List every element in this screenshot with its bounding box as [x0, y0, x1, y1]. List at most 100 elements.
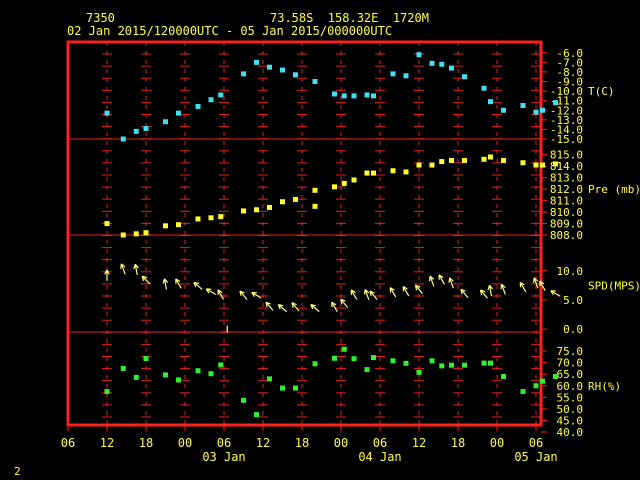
pressure-point — [462, 157, 467, 163]
x-tick-label: 06 — [529, 436, 543, 450]
wind-arrow-stroke — [141, 275, 151, 285]
pressure-point — [449, 157, 454, 163]
pressure-point — [208, 215, 214, 221]
wind-arrow — [402, 285, 410, 297]
temperature-point — [312, 79, 318, 85]
temperature-point — [254, 59, 259, 65]
temperature-point — [488, 99, 493, 105]
relative_humidity-point — [332, 355, 337, 361]
temperature-point — [341, 93, 347, 99]
wind-arrow-stroke — [363, 289, 370, 301]
x-tick-label: 18 — [295, 436, 309, 450]
relative_humidity-point — [280, 385, 285, 391]
y-tick-label: 40.0 — [557, 426, 584, 439]
wind-arrow-stroke — [350, 289, 358, 300]
pressure-point — [371, 170, 376, 176]
wind-arrow — [217, 289, 225, 300]
temperature-point — [390, 71, 396, 77]
x-tick-label: 12 — [412, 436, 426, 450]
wind-arrow-stroke — [414, 284, 423, 295]
relative_humidity-point — [540, 378, 545, 384]
temperature-point — [143, 125, 149, 131]
temperature-point — [462, 74, 467, 80]
wind-arrow — [205, 288, 217, 296]
x-tick-label: 12 — [256, 436, 270, 450]
wind-arrow-stroke — [389, 287, 397, 298]
wind-arrow-stroke — [448, 277, 454, 289]
wind-arrow-stroke — [340, 298, 349, 309]
relative_humidity-point — [481, 360, 487, 366]
relative_humidity-point — [104, 389, 110, 395]
date-label: 04 Jan — [358, 450, 401, 464]
wind-arrow-stroke — [479, 289, 488, 299]
temperature-point — [267, 64, 272, 70]
relative_humidity-point — [267, 376, 272, 382]
wind-arrow-stroke — [120, 263, 126, 275]
x-tick-label: 18 — [451, 436, 465, 450]
pressure-point — [133, 231, 139, 237]
pressure-point — [163, 223, 168, 229]
relative_humidity-point — [553, 374, 558, 380]
relative_humidity-point — [488, 360, 493, 366]
temperature-point — [403, 73, 409, 79]
wind-arrow-stroke — [265, 301, 274, 311]
pressure-point — [312, 187, 318, 193]
pressure-point — [416, 162, 422, 168]
wind-arrow — [331, 301, 338, 312]
date-label: 03 Jan — [202, 450, 245, 464]
x-tick-label: 18 — [139, 436, 153, 450]
x-tick-label: 00 — [178, 436, 192, 450]
relative_humidity-point — [533, 383, 539, 389]
pressure-point — [254, 207, 259, 213]
relative_humidity-point — [163, 372, 168, 378]
wind-arrow — [369, 290, 378, 300]
wind-arrow-stroke — [487, 284, 494, 297]
wind-arrow — [363, 289, 370, 301]
wind-arrow — [438, 274, 446, 285]
y-tick-label: 0.0 — [563, 323, 583, 336]
temperature-point — [540, 107, 545, 113]
wind-arrow-stroke — [205, 288, 217, 296]
pressure-point — [120, 232, 126, 238]
axis-label-pressure: Pre (mb) — [588, 183, 640, 196]
wind-arrow-stroke — [550, 290, 561, 297]
wind-arrow — [133, 263, 139, 276]
relative_humidity-point — [371, 355, 376, 361]
pressure-point — [540, 162, 545, 168]
relative_humidity-point — [133, 374, 139, 380]
temperature-point — [104, 110, 110, 116]
pressure-point — [104, 221, 110, 227]
relative_humidity-point — [143, 355, 149, 361]
relative_humidity-point — [439, 363, 445, 369]
temperature-point — [371, 93, 376, 99]
relative_humidity-point — [416, 369, 422, 375]
pressure-point — [488, 154, 493, 160]
wind-arrow — [479, 289, 488, 299]
pressure-point — [332, 184, 337, 190]
x-tick-label: 06 — [61, 436, 75, 450]
wind-arrow-stroke — [369, 290, 378, 300]
relative_humidity-point — [218, 362, 224, 368]
temperature-point — [429, 60, 435, 66]
pressure-point — [501, 157, 506, 163]
wind-arrow-stroke — [133, 263, 139, 276]
pressure-point — [351, 177, 357, 183]
temperature-point — [533, 109, 539, 115]
pressure-point — [364, 170, 370, 176]
pressure-point — [218, 214, 224, 220]
wind-arrow — [291, 302, 300, 312]
pressure-point — [195, 216, 201, 222]
page-number: 2 — [14, 465, 21, 478]
wind-arrow-stroke — [277, 303, 288, 313]
relative_humidity-point — [208, 371, 214, 377]
wind-arrow — [310, 303, 320, 313]
relative_humidity-point — [341, 346, 347, 352]
relative_humidity-point — [501, 374, 506, 380]
wind-arrow — [162, 278, 169, 290]
x-tick-label: 00 — [334, 436, 348, 450]
relative_humidity-point — [195, 368, 201, 374]
y-tick-label: 5.0 — [563, 294, 583, 307]
x-tick-label: 00 — [490, 436, 504, 450]
temperature-point — [501, 107, 506, 113]
wind-arrow — [389, 287, 397, 298]
